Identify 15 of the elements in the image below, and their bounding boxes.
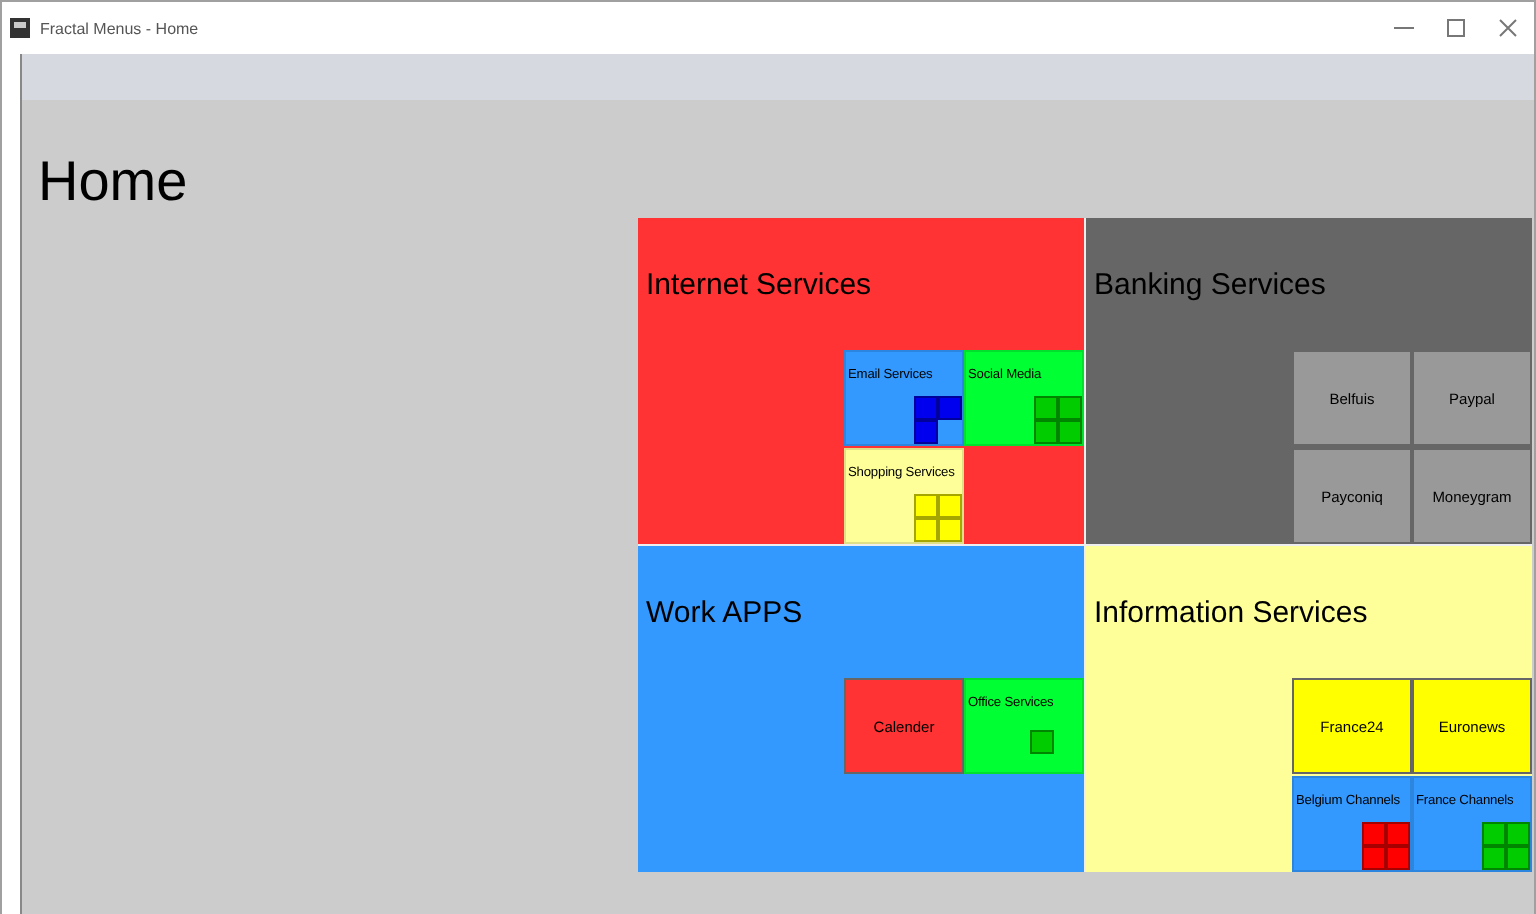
app-icon [10, 18, 30, 38]
grid-preview-icon [1034, 396, 1082, 444]
tile-title: Internet Services [644, 266, 874, 306]
tile-title: Banking Services [1092, 266, 1328, 306]
tile-title: Work APPS [644, 594, 805, 634]
grid-preview-icon [914, 494, 962, 542]
grid-preview-icon [1362, 822, 1410, 870]
maximize-icon [1446, 18, 1466, 38]
close-icon [1498, 18, 1518, 38]
grid-preview-icon [914, 396, 962, 444]
window-title: Fractal Menus - Home [40, 19, 199, 37]
grid-preview-icon [1482, 822, 1530, 870]
page-heading: Home [36, 148, 190, 216]
tile-title: Information Services [1092, 594, 1370, 634]
grid-preview-icon [1030, 730, 1054, 754]
